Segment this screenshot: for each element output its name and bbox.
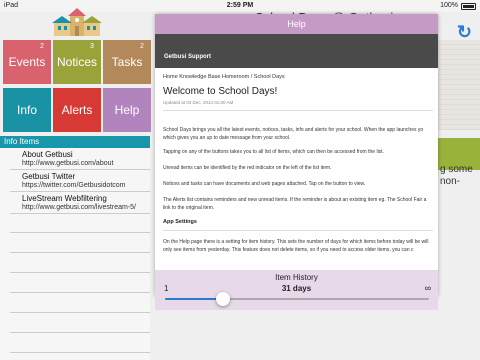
- help-paragraph: Tapping on any of the buttons takes you …: [163, 149, 384, 155]
- list-item-title: About Getbusi: [22, 150, 73, 159]
- slider-max-label: ∞: [424, 283, 431, 293]
- divider: [10, 272, 150, 273]
- info-label: Info: [16, 103, 37, 117]
- divider: [10, 332, 150, 333]
- tasks-tile[interactable]: Tasks 2: [103, 40, 151, 84]
- divider: [10, 292, 150, 293]
- updated-date: Updated at 03 Dec, 2014 01:00 AM: [163, 100, 234, 105]
- help-paragraph: The Alerts list contains reminders and n…: [163, 197, 427, 211]
- list-item[interactable]: About Getbusi http://www.getbusi.com/abo…: [10, 148, 150, 170]
- modal-title: Help: [155, 14, 438, 34]
- tasks-label: Tasks: [111, 55, 143, 69]
- help-tile[interactable]: Help: [103, 88, 151, 132]
- divider: [163, 110, 433, 111]
- divider: [10, 352, 150, 353]
- help-paragraph: Notices and tasks can have documents and…: [163, 181, 366, 187]
- help-paragraph: Unread items can be identified by the re…: [163, 165, 332, 171]
- support-bar: Getbusi Support: [155, 34, 438, 68]
- item-history-slider[interactable]: [165, 298, 429, 300]
- alerts-label: Alerts: [61, 103, 93, 117]
- battery-percent: 100%: [440, 2, 458, 9]
- list-item-title: LiveStream Webfiltering: [22, 194, 107, 203]
- list-item[interactable]: LiveStream Webfiltering http://www.getbu…: [10, 192, 150, 214]
- school-logo: [52, 8, 102, 36]
- app-settings-heading: App Settings: [163, 219, 197, 225]
- background-panel: [436, 40, 480, 130]
- divider: [10, 312, 150, 313]
- events-tile[interactable]: Events 2: [3, 40, 51, 84]
- help-modal: Help Getbusi Support Home Knowledge Base…: [155, 14, 438, 310]
- divider: [10, 252, 150, 253]
- slider-thumb[interactable]: [216, 292, 231, 306]
- list-item-url: http://www.getbusi.com/livestream-5/: [22, 204, 136, 211]
- background-text: g some non-: [440, 164, 473, 188]
- notices-label: Notices: [56, 55, 97, 69]
- help-content[interactable]: Home Knowledge Base Homeroom / School Da…: [155, 68, 438, 270]
- breadcrumb[interactable]: Home Knowledge Base Homeroom / School Da…: [163, 74, 285, 80]
- list-item-title: Getbusi Twitter: [22, 172, 76, 181]
- slider-fill: [165, 298, 224, 300]
- tasks-badge: 2: [140, 43, 144, 50]
- info-items-header: Info Items: [0, 136, 150, 148]
- background-text-line: g some: [440, 164, 473, 175]
- divider: [10, 232, 150, 233]
- app-settings-text: On the Help page there is a setting for …: [163, 239, 429, 253]
- alerts-tile[interactable]: Alerts: [53, 88, 101, 132]
- info-items-panel: Info Items About Getbusi http://www.getb…: [0, 136, 150, 360]
- slider-value-label: 31 days: [281, 284, 312, 293]
- support-label[interactable]: Getbusi Support: [164, 54, 211, 60]
- background-text-line: non-: [440, 176, 461, 187]
- info-tile[interactable]: Info: [3, 88, 51, 132]
- item-history-panel: Item History 1 31 days ∞: [155, 270, 438, 310]
- divider: [163, 230, 433, 231]
- help-heading: Welcome to School Days!: [163, 86, 278, 97]
- battery-icon: [461, 3, 476, 10]
- help-label: Help: [114, 103, 140, 117]
- notices-badge: 3: [90, 43, 94, 50]
- item-history-title: Item History: [275, 273, 318, 282]
- list-item[interactable]: Getbusi Twitter https://twitter.com/Getb…: [10, 170, 150, 192]
- events-label: Events: [8, 55, 46, 69]
- list-item-url: http://www.getbusi.com/about: [22, 160, 114, 167]
- list-item-url: https://twitter.com/Getbusidotcom: [22, 182, 126, 189]
- events-badge: 2: [40, 43, 44, 50]
- help-paragraph: School Days brings you all the latest ev…: [163, 127, 424, 141]
- notices-tile[interactable]: Notices 3: [53, 40, 101, 84]
